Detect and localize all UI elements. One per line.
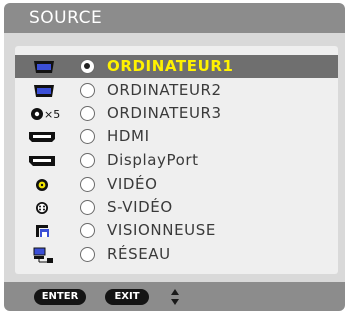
menu-title: SOURCE xyxy=(29,8,103,28)
rgbhv-x5-icon: ×5 xyxy=(22,105,60,123)
source-label: RÉSEAU xyxy=(107,245,171,263)
title-bar: SOURCE xyxy=(4,3,345,33)
source-radio[interactable] xyxy=(80,153,95,168)
network-icon xyxy=(22,246,60,264)
source-radio[interactable] xyxy=(80,200,95,215)
footer-bar: ENTER EXIT xyxy=(4,282,345,311)
source-radio[interactable] xyxy=(80,59,95,74)
rgbhv-count-text: ×5 xyxy=(44,108,61,121)
source-item-visionneuse[interactable]: VISIONNEUSE xyxy=(15,219,338,242)
s-video-icon xyxy=(22,199,60,217)
source-label: HDMI xyxy=(107,127,150,145)
source-label: ORDINATEUR1 xyxy=(107,57,234,75)
displayport-icon xyxy=(22,152,60,170)
source-label: VIDÉO xyxy=(107,175,158,193)
source-label: ORDINATEUR3 xyxy=(107,104,222,122)
source-radio[interactable] xyxy=(80,83,95,98)
menu-panel: ORDINATEUR1 ORDINATEUR2 ×5 ORDINATEUR3 H… xyxy=(4,33,345,282)
source-radio[interactable] xyxy=(80,106,95,121)
source-menu: SOURCE ORDINATEUR1 ORDINATEUR2 ×5 ORDINA… xyxy=(0,0,349,314)
source-item-hdmi[interactable]: HDMI xyxy=(15,125,338,148)
source-item-displayport[interactable]: DisplayPort xyxy=(15,149,338,172)
source-item-ordinateur3[interactable]: ×5 ORDINATEUR3 xyxy=(15,102,338,125)
viewer-icon xyxy=(22,222,60,240)
computer-icon xyxy=(22,58,60,76)
up-down-arrows-icon xyxy=(170,287,180,307)
source-label: ORDINATEUR2 xyxy=(107,81,222,99)
source-item-video[interactable]: VIDÉO xyxy=(15,173,338,196)
source-radio[interactable] xyxy=(80,247,95,262)
computer-icon xyxy=(22,82,60,100)
source-radio[interactable] xyxy=(80,223,95,238)
enter-button[interactable]: ENTER xyxy=(34,289,86,305)
video-rca-icon xyxy=(22,176,60,194)
source-radio[interactable] xyxy=(80,129,95,144)
source-label: DisplayPort xyxy=(107,151,199,169)
source-item-s-video[interactable]: S-VIDÉO xyxy=(15,196,338,219)
hdmi-icon xyxy=(22,128,60,146)
exit-button[interactable]: EXIT xyxy=(105,289,149,305)
source-label: S-VIDÉO xyxy=(107,198,173,216)
source-radio[interactable] xyxy=(80,177,95,192)
source-label: VISIONNEUSE xyxy=(107,221,216,239)
source-list: ORDINATEUR1 ORDINATEUR2 ×5 ORDINATEUR3 H… xyxy=(15,46,338,274)
source-item-reseau[interactable]: RÉSEAU xyxy=(15,243,338,266)
source-item-ordinateur1[interactable]: ORDINATEUR1 xyxy=(15,55,338,78)
source-item-ordinateur2[interactable]: ORDINATEUR2 xyxy=(15,79,338,102)
